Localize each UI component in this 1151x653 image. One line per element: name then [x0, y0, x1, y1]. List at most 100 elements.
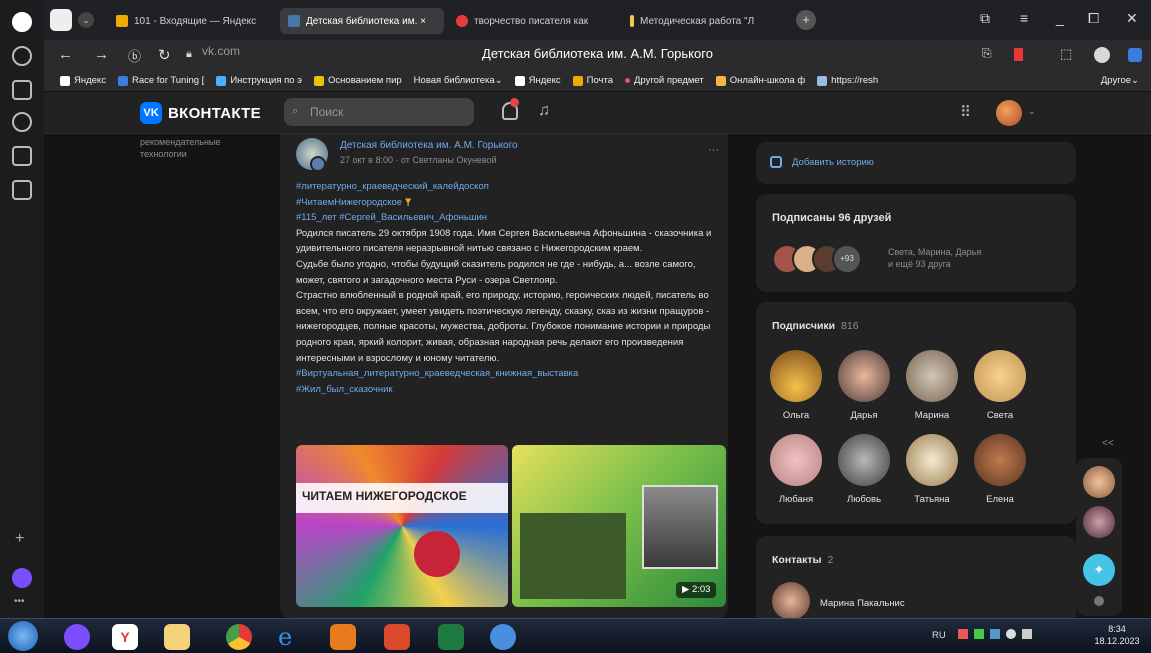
bookmark-item[interactable]: Другой предмет [625, 75, 704, 86]
hashtag[interactable]: #115_лет #Сергей_Васильевич_Афоньшин [296, 210, 716, 226]
tab-vk[interactable]: Детская библиотека им. × [280, 8, 444, 34]
alice-icon[interactable] [12, 568, 32, 588]
bookmark-item[interactable]: Race for Tuning [ [117, 75, 204, 86]
add-story-card[interactable]: Добавить историю [756, 142, 1076, 184]
url-field[interactable]: vk.com [202, 44, 240, 58]
friends-avatars[interactable]: +93 [772, 244, 892, 274]
ie-icon[interactable]: e [278, 624, 304, 650]
bookmark-item[interactable]: Новая библиотека ⌄ [414, 75, 503, 86]
chevron-down-icon[interactable]: ⌄ [1028, 106, 1036, 117]
media-icon[interactable] [330, 624, 356, 650]
author-avatar[interactable] [310, 156, 326, 172]
alice-taskbar-icon[interactable] [64, 624, 90, 650]
subscriber-avatar[interactable] [770, 350, 822, 402]
friends-title[interactable]: Подписаны 96 друзей [772, 212, 891, 224]
new-tab-button[interactable]: + [796, 10, 816, 30]
subscriber-avatar[interactable] [906, 434, 958, 486]
tabs-menu-icon[interactable] [50, 9, 72, 31]
powerpoint-icon[interactable] [384, 624, 410, 650]
subscriber-name[interactable]: Любовь [829, 494, 899, 505]
add-panel-icon[interactable]: + [15, 530, 24, 548]
telegram-icon[interactable] [490, 624, 516, 650]
subscriber-name[interactable]: Марина [897, 410, 967, 421]
subscriber-name[interactable]: Света [965, 410, 1035, 421]
minimize-button[interactable]: _ [1056, 10, 1064, 26]
subscriber-avatar[interactable] [838, 434, 890, 486]
hashtag[interactable]: #Виртуальная_литературно_краеведческая_к… [296, 366, 716, 382]
tray-icons[interactable] [958, 629, 1050, 643]
bookmark-item[interactable]: Инструкция по э [216, 75, 302, 86]
hashtag[interactable]: #литературно_краеведческий_калейдоскоп [296, 179, 716, 195]
post-meta[interactable]: 27 окт в 8:00 · от Светланы Окуневой [340, 155, 497, 165]
app-icon[interactable] [12, 146, 32, 166]
extensions-icon[interactable]: ⧉ [980, 10, 990, 27]
tab-mail[interactable]: 101 - Входящие — Яндекс [108, 8, 274, 34]
more-icon[interactable]: ••• [14, 596, 25, 607]
excel-icon[interactable] [438, 624, 464, 650]
close-button[interactable]: ✕ [1126, 10, 1138, 27]
post-author[interactable]: Детская библиотека им. А.М. Горького [340, 140, 518, 151]
share-icon[interactable]: ⬚ [1060, 46, 1072, 62]
subscriber-name[interactable]: Елена [965, 494, 1035, 505]
history-icon[interactable] [12, 46, 32, 66]
collections-icon[interactable] [12, 80, 32, 100]
hashtag[interactable]: #Жил_был_сказочник [296, 382, 716, 398]
subscriber-avatar[interactable] [974, 350, 1026, 402]
subscriber-name[interactable]: Дарья [829, 410, 899, 421]
chat-avatar[interactable] [1083, 466, 1115, 498]
protect-icon[interactable]: ⓑ [128, 46, 141, 65]
subscriber-avatar[interactable] [838, 350, 890, 402]
forward-button[interactable]: → [94, 46, 109, 63]
language-indicator[interactable]: RU [932, 630, 946, 641]
yandex-browser-icon[interactable]: Y [112, 624, 138, 650]
bookmark-other[interactable]: Другое ⌄ [1101, 75, 1139, 86]
contact-avatar[interactable] [772, 582, 810, 620]
chat-avatar[interactable] [1083, 506, 1115, 538]
chat-icon[interactable] [1094, 596, 1104, 606]
sidebar-text[interactable]: рекомендательные технологии [140, 136, 250, 160]
subscriber-name[interactable]: Любаня [761, 494, 831, 505]
post-menu-icon[interactable]: ··· [708, 144, 719, 156]
subscriber-name[interactable]: Татьяна [897, 494, 967, 505]
search-input[interactable] [284, 98, 474, 126]
hashtag[interactable]: #ЧитаемНижегородское [296, 195, 402, 211]
browser-logo-icon[interactable] [12, 12, 32, 32]
collapse-chats-icon[interactable]: << [1102, 438, 1114, 449]
subscriber-avatar[interactable] [906, 350, 958, 402]
tab-doc[interactable]: Методическая работа "Л [622, 8, 790, 34]
chrome-icon[interactable] [226, 624, 252, 650]
subscriber-name[interactable]: Ольга [761, 410, 831, 421]
clock[interactable]: 8:34 18.12.2023 [1092, 623, 1142, 647]
play-icon[interactable] [12, 112, 32, 132]
reload-button[interactable]: ↻ [158, 46, 171, 64]
restore-button[interactable]: ⧠ [1088, 10, 1099, 27]
extension-icon[interactable] [1128, 48, 1142, 62]
subscriber-avatar[interactable] [770, 434, 822, 486]
explorer-icon[interactable] [164, 624, 190, 650]
back-button[interactable]: ← [58, 46, 73, 63]
apps-icon[interactable]: ⠿ [960, 103, 971, 121]
start-button[interactable] [8, 621, 38, 651]
bookmark-item[interactable]: Яндекс [514, 75, 561, 86]
bookmark-item[interactable]: Яндекс [60, 75, 106, 86]
bookmark-item[interactable]: Почта [572, 75, 613, 86]
reader-icon[interactable]: ⎘ [982, 46, 992, 61]
chevron-down-icon[interactable]: ⌄ [78, 12, 94, 28]
bookmark-item[interactable]: https://resh [817, 75, 878, 86]
contact-name[interactable]: Марина Пакальнис [820, 598, 905, 609]
menu-icon[interactable]: ≡ [1020, 10, 1028, 26]
bookmark-item[interactable]: Онлайн-школа ф [715, 75, 805, 86]
post-video[interactable]: ▶ 2:03 [512, 445, 726, 607]
downloads-icon[interactable] [12, 180, 32, 200]
avatar[interactable] [996, 100, 1022, 126]
compose-button[interactable]: ✦ [1083, 554, 1115, 586]
vk-logo[interactable]: VK ВКОНТАКТЕ [140, 102, 261, 124]
subscriber-avatar[interactable] [974, 434, 1026, 486]
profile-icon[interactable] [1094, 47, 1110, 63]
contacts-title[interactable]: Контакты 2 [772, 554, 833, 566]
subscribers-title[interactable]: Подписчики 816 [772, 320, 859, 332]
tab-search[interactable]: творчество писателя как [448, 8, 616, 34]
post-image-poster[interactable]: ЧИТАЕМ НИЖЕГОРОДСКОЕ [296, 445, 508, 607]
music-icon[interactable]: ♫ [538, 102, 550, 120]
bookmark-item[interactable]: Основанием пир [314, 75, 402, 86]
